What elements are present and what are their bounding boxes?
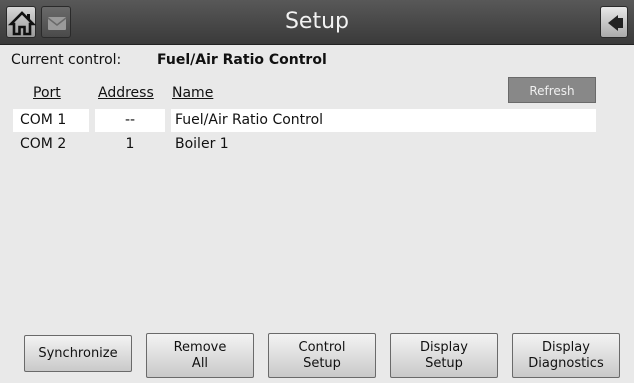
name-cell: Boiler 1 <box>175 136 229 152</box>
display-diagnostics-label: Display Diagnostics <box>528 339 604 371</box>
current-control-value: Fuel/Air Ratio Control <box>157 52 327 68</box>
refresh-button[interactable]: Refresh <box>508 77 596 103</box>
address-cell: 1 <box>125 136 135 152</box>
display-setup-label: Display Setup <box>420 339 468 371</box>
control-setup-button[interactable]: Control Setup <box>268 333 376 378</box>
address-cell: -- <box>95 109 165 132</box>
display-diagnostics-button[interactable]: Display Diagnostics <box>512 333 620 378</box>
column-header-address[interactable]: Address <box>98 85 154 101</box>
port-cell: COM 1 <box>13 109 89 132</box>
port-cell: COM 2 <box>20 136 67 152</box>
back-button[interactable] <box>600 6 628 38</box>
display-setup-button[interactable]: Display Setup <box>390 333 498 378</box>
name-cell: Fuel/Air Ratio Control <box>171 109 596 132</box>
column-header-name[interactable]: Name <box>172 85 213 101</box>
remove-all-label: Remove All <box>173 339 227 371</box>
back-arrow-icon <box>608 15 623 31</box>
page-title: Setup <box>284 9 350 34</box>
remove-all-button[interactable]: Remove All <box>146 333 254 378</box>
synchronize-button[interactable]: Synchronize <box>24 335 132 372</box>
column-header-port[interactable]: Port <box>33 85 61 101</box>
synchronize-label: Synchronize <box>38 345 118 361</box>
control-setup-label: Control Setup <box>298 339 346 371</box>
top-bar: Setup <box>0 0 634 45</box>
current-control-label: Current control: <box>11 52 122 68</box>
